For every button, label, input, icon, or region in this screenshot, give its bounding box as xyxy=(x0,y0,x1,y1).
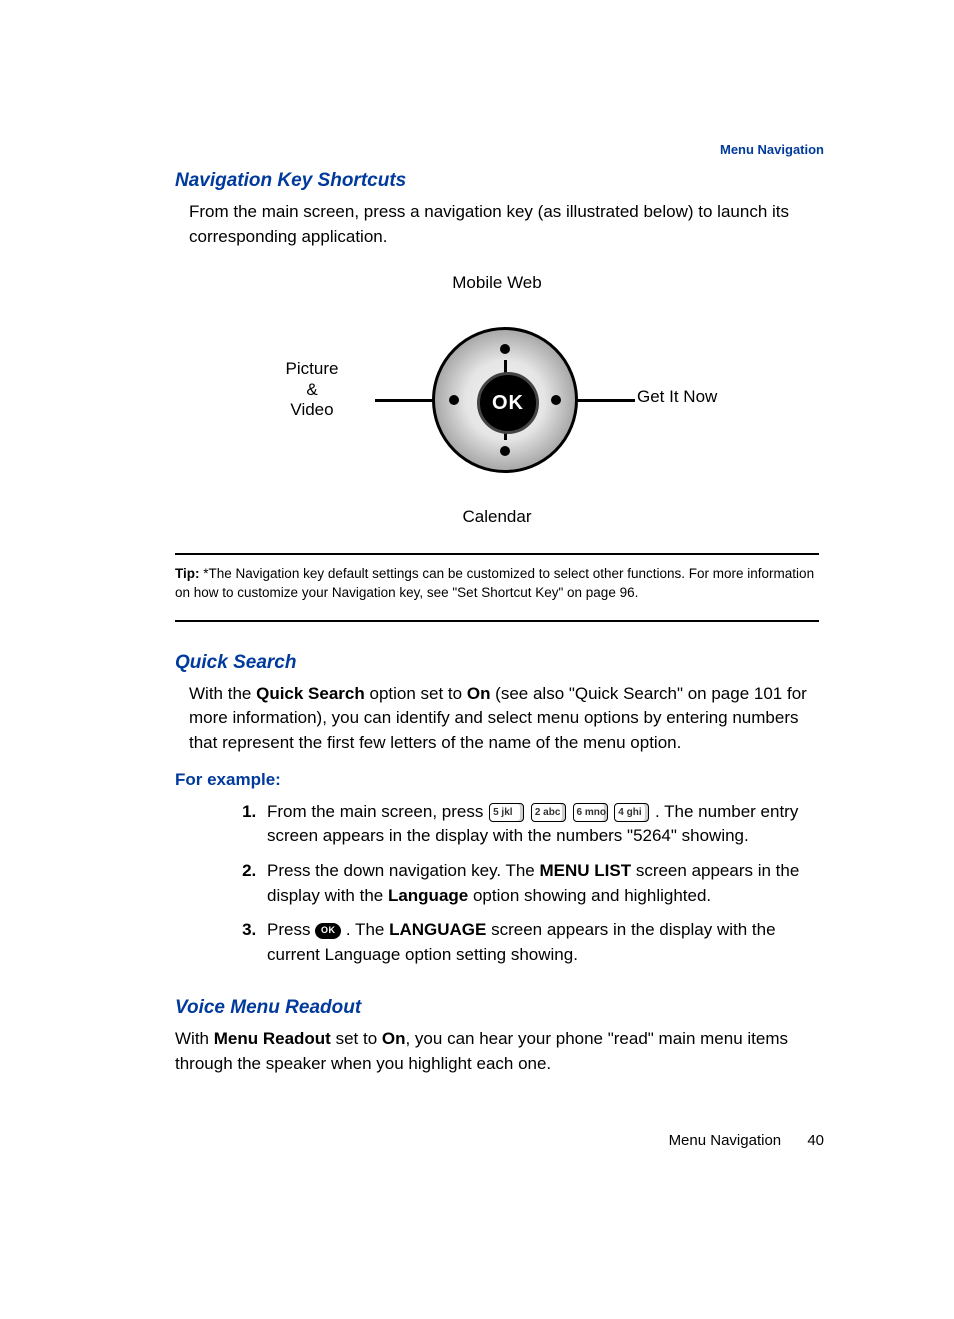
nav-key-diagram: Mobile Web Picture & Video Get It Now Ca… xyxy=(175,249,819,535)
key-6-icon: 6 mno xyxy=(573,803,608,822)
tip-note: Tip: *The Navigation key default setting… xyxy=(175,565,819,601)
tip-text: *The Navigation key default settings can… xyxy=(175,566,814,599)
diagram-label-top: Mobile Web xyxy=(277,273,717,293)
page-footer: Menu Navigation 40 xyxy=(669,1132,824,1149)
key-5-icon: 5 jkl xyxy=(489,803,524,822)
ok-pill-icon: OK xyxy=(315,923,341,939)
heading-for-example: For example: xyxy=(175,770,819,790)
key-4-icon: 4 ghi xyxy=(614,803,649,822)
nav-key-shortcuts-body: From the main screen, press a navigation… xyxy=(189,200,819,249)
step-1: From the main screen, press 5 jkl 2 abc … xyxy=(261,800,819,849)
step-3: Press OK . The LANGUAGE screen appears i… xyxy=(261,918,819,967)
nav-disc: OK xyxy=(432,327,578,473)
divider xyxy=(175,620,819,622)
voice-menu-body: With Menu Readout set to On, you can hea… xyxy=(175,1027,819,1076)
header-link: Menu Navigation xyxy=(720,142,824,157)
footer-section: Menu Navigation xyxy=(669,1132,782,1149)
heading-quick-search: Quick Search xyxy=(175,652,819,674)
divider xyxy=(175,553,819,555)
diagram-label-bottom: Calendar xyxy=(277,507,717,527)
heading-voice-menu-readout: Voice Menu Readout xyxy=(175,997,819,1019)
quick-search-body: With the Quick Search option set to On (… xyxy=(189,682,819,756)
diagram-label-right: Get It Now xyxy=(637,387,757,407)
diagram-label-left: Picture & Video xyxy=(257,359,367,420)
tip-label: Tip: xyxy=(175,566,200,581)
page-number: 40 xyxy=(807,1132,824,1149)
step-2: Press the down navigation key. The MENU … xyxy=(261,859,819,908)
example-steps: From the main screen, press 5 jkl 2 abc … xyxy=(175,800,819,968)
ok-button-icon: OK xyxy=(477,372,539,434)
heading-nav-key-shortcuts: Navigation Key Shortcuts xyxy=(175,170,819,192)
key-2-icon: 2 abc xyxy=(531,803,566,822)
page: Menu Navigation Navigation Key Shortcuts… xyxy=(0,0,954,1319)
